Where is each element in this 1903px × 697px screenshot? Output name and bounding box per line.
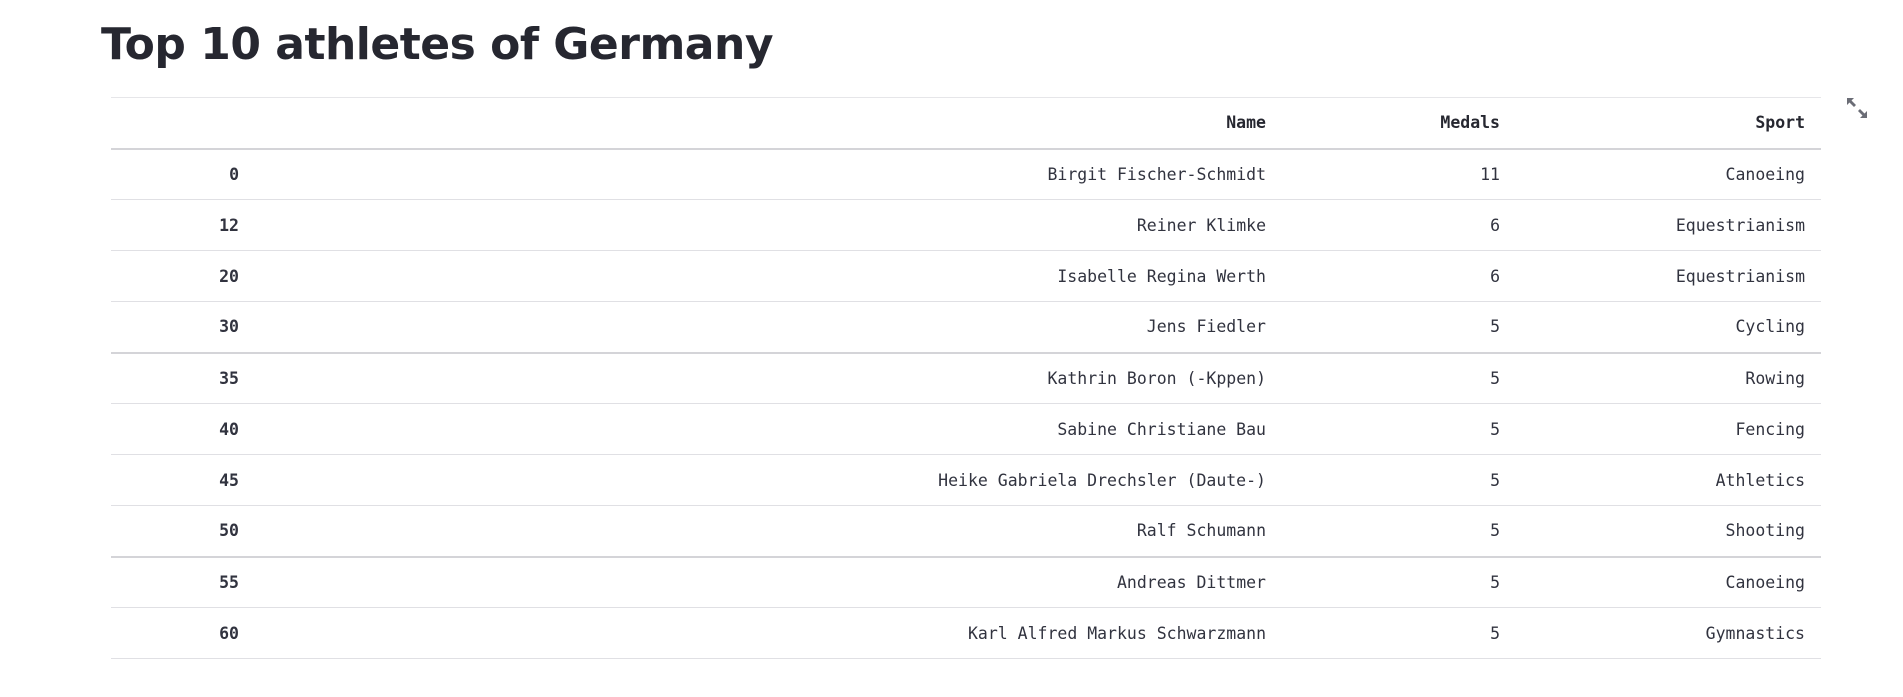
cell-name[interactable]: Karl Alfred Markus Schwarzmann	[239, 608, 1282, 659]
cell-medals[interactable]: 11	[1282, 149, 1516, 200]
row-index[interactable]: 60	[111, 608, 239, 659]
cell-name[interactable]: Heike Gabriela Drechsler (Daute-)	[239, 455, 1282, 506]
row-index-label: 45	[219, 470, 239, 490]
cell-name[interactable]: Reiner Klimke	[239, 200, 1282, 251]
row-index-label: 50	[219, 521, 239, 541]
table-row: 55 Andreas Dittmer 5 Canoeing	[111, 557, 1821, 608]
row-index-label: 30	[219, 317, 239, 337]
row-index-label: 20	[219, 266, 239, 286]
row-index[interactable]: 40	[111, 404, 239, 455]
row-index[interactable]: 0	[111, 149, 239, 200]
table-row: 12 Reiner Klimke 6 Equestrianism	[111, 200, 1821, 251]
row-index-label: 55	[219, 572, 239, 592]
cell-name[interactable]: Isabelle Regina Werth	[239, 251, 1282, 302]
row-index[interactable]: 35	[111, 353, 239, 404]
athletes-table: Name Medals Sport 0 Birgit Fischer-Schmi…	[111, 97, 1821, 659]
cell-sport[interactable]: Canoeing	[1516, 149, 1821, 200]
table-row: 50 Ralf Schumann 5 Shooting	[111, 506, 1821, 557]
cell-name[interactable]: Kathrin Boron (-Kppen)	[239, 353, 1282, 404]
data-table-container: Name Medals Sport 0 Birgit Fischer-Schmi…	[111, 97, 1821, 659]
table-row: 30 Jens Fiedler 5 Cycling	[111, 302, 1821, 353]
cell-sport[interactable]: Shooting	[1516, 506, 1821, 557]
cell-sport[interactable]: Rowing	[1516, 353, 1821, 404]
cell-name[interactable]: Birgit Fischer-Schmidt	[239, 149, 1282, 200]
table-row: 20 Isabelle Regina Werth 6 Equestrianism	[111, 251, 1821, 302]
row-index[interactable]: 50	[111, 506, 239, 557]
row-index[interactable]: 45	[111, 455, 239, 506]
table-header-row: Name Medals Sport	[111, 97, 1821, 149]
cell-medals[interactable]: 5	[1282, 404, 1516, 455]
row-index[interactable]: 20	[111, 251, 239, 302]
cell-name[interactable]: Sabine Christiane Bau	[239, 404, 1282, 455]
cell-sport[interactable]: Canoeing	[1516, 557, 1821, 608]
table-row: 60 Karl Alfred Markus Schwarzmann 5 Gymn…	[111, 608, 1821, 659]
cell-medals[interactable]: 6	[1282, 200, 1516, 251]
row-index-label: 40	[219, 419, 239, 439]
cell-medals[interactable]: 5	[1282, 353, 1516, 404]
cell-name[interactable]: Ralf Schumann	[239, 506, 1282, 557]
cell-sport[interactable]: Equestrianism	[1516, 251, 1821, 302]
table-row: 45 Heike Gabriela Drechsler (Daute-) 5 A…	[111, 455, 1821, 506]
row-index-label: 35	[219, 368, 239, 388]
cell-name[interactable]: Andreas Dittmer	[239, 557, 1282, 608]
row-index-label: 0	[229, 164, 239, 184]
cell-name[interactable]: Jens Fiedler	[239, 302, 1282, 353]
cell-medals[interactable]: 5	[1282, 608, 1516, 659]
cell-medals[interactable]: 5	[1282, 455, 1516, 506]
cell-medals[interactable]: 5	[1282, 557, 1516, 608]
fullscreen-expand-icon[interactable]	[1844, 95, 1870, 121]
cell-sport[interactable]: Fencing	[1516, 404, 1821, 455]
page-title: Top 10 athletes of Germany	[101, 19, 774, 70]
table-row: 35 Kathrin Boron (-Kppen) 5 Rowing	[111, 353, 1821, 404]
row-index[interactable]: 12	[111, 200, 239, 251]
row-index-label: 12	[219, 215, 239, 235]
cell-sport[interactable]: Gymnastics	[1516, 608, 1821, 659]
row-index[interactable]: 55	[111, 557, 239, 608]
cell-sport[interactable]: Athletics	[1516, 455, 1821, 506]
row-index[interactable]: 30	[111, 302, 239, 353]
cell-sport[interactable]: Equestrianism	[1516, 200, 1821, 251]
column-header-medals[interactable]: Medals	[1282, 98, 1516, 149]
row-index-label: 60	[219, 623, 239, 643]
cell-sport[interactable]: Cycling	[1516, 302, 1821, 353]
column-header-index[interactable]	[111, 98, 239, 149]
cell-medals[interactable]: 5	[1282, 506, 1516, 557]
cell-medals[interactable]: 5	[1282, 302, 1516, 353]
table-row: 0 Birgit Fischer-Schmidt 11 Canoeing	[111, 149, 1821, 200]
column-header-name[interactable]: Name	[239, 98, 1282, 149]
column-header-sport[interactable]: Sport	[1516, 98, 1821, 149]
table-row: 40 Sabine Christiane Bau 5 Fencing	[111, 404, 1821, 455]
cell-medals[interactable]: 6	[1282, 251, 1516, 302]
